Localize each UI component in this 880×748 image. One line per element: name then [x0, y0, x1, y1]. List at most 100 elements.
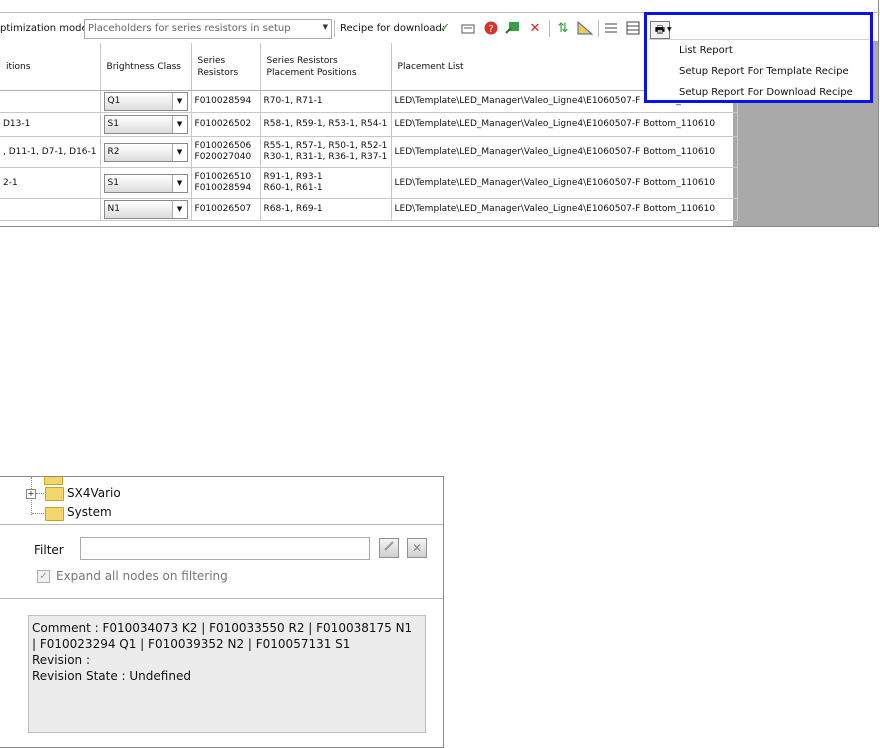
- chevron-down-icon[interactable]: ▼: [171, 201, 187, 218]
- column-header-placement-positions[interactable]: Series Resistors Placement Positions: [260, 43, 392, 91]
- ruler-icon[interactable]: [576, 18, 594, 38]
- menu-item-setup-report-download[interactable]: Setup Report For Download Recipe: [679, 87, 853, 98]
- menu-item-list-report[interactable]: List Report: [679, 45, 733, 56]
- cell-placement-list: LED\Template\LED_Manager\Valeo_Ligne4\E1…: [391, 167, 738, 199]
- tree-guide-line: [36, 493, 44, 494]
- revision-line: Revision :: [32, 653, 91, 667]
- chevron-down-icon[interactable]: ▼: [667, 26, 672, 33]
- folder-icon: [44, 477, 63, 485]
- export-icon[interactable]: [504, 18, 522, 38]
- section-divider: [0, 524, 443, 525]
- brightness-select[interactable]: Q1 ▼: [103, 92, 188, 111]
- resistor-value: F010026502: [194, 119, 252, 129]
- placement-value: R60-1, R61-1: [263, 183, 323, 193]
- placement-value: R70-1, R71-1: [263, 96, 323, 106]
- placement-table: itions Brightness Class Series Resistors…: [0, 43, 738, 221]
- cell-brightness: S1 ▼: [100, 167, 192, 199]
- cell-positions: [0, 90, 101, 113]
- table-row[interactable]: 2-1 S1 ▼ F010026510 F010028594 R91-1, R93-…: [0, 167, 738, 199]
- menu-item-setup-report-template[interactable]: Setup Report For Template Recipe: [679, 66, 849, 77]
- table-row[interactable]: , D11-1, D7-1, D16-1 R2 ▼ F010026506 F0200…: [0, 136, 738, 168]
- placement-value: R91-1, R93-1: [263, 172, 323, 182]
- brightness-select[interactable]: N1 ▼: [103, 200, 188, 219]
- cell-placement-list: LED\Template\LED_Manager\Valeo_Ligne4\E1…: [391, 136, 738, 168]
- tree-item-sx4vario[interactable]: SX4Vario: [67, 486, 121, 500]
- cell-placement: R55-1, R57-1, R50-1, R52-1 R30-1, R31-1, …: [260, 136, 392, 168]
- svg-text:?: ?: [488, 24, 493, 35]
- recipe-download-label: Recipe for download:: [340, 23, 446, 34]
- chevron-down-icon[interactable]: ▼: [171, 143, 187, 161]
- toolbar: ptimization mode: Placeholders for serie…: [0, 18, 660, 40]
- cell-placement: R68-1, R69-1: [260, 198, 392, 221]
- brightness-select[interactable]: S1 ▼: [103, 115, 188, 134]
- cell-placement-list: LED\Template\LED_Manager\Valeo_Ligne4\E1…: [391, 198, 738, 221]
- resistor-value: F010026507: [194, 204, 252, 214]
- check-icon[interactable]: ✓: [436, 18, 454, 38]
- cell-resistors: F010026502: [191, 112, 261, 137]
- cell-brightness: N1 ▼: [100, 198, 192, 221]
- column-header-positions[interactable]: itions: [0, 43, 101, 91]
- edit-icon[interactable]: [459, 18, 477, 38]
- toolbar-separator: [598, 20, 599, 37]
- cell-resistors: F010026506 F020027040: [191, 136, 261, 168]
- library-panel: + SX4Vario System Filter ✕ ✓ Expand all …: [0, 476, 444, 748]
- print-report-menu: 🖶 ▼ List Report Setup Report For Templat…: [644, 12, 873, 103]
- optimization-mode-label: ptimization mode:: [0, 23, 92, 34]
- brightness-value: N1: [107, 204, 120, 214]
- comment-line: Comment : F010034073 K2 | F010033550 R2 …: [32, 621, 413, 635]
- expand-nodes-label: Expand all nodes on filtering: [56, 569, 228, 583]
- brightness-value: S1: [107, 119, 119, 129]
- clear-filter-button[interactable]: ✕: [407, 538, 427, 558]
- cell-positions: D13-1: [0, 112, 101, 137]
- recipe-grid-panel: ptimization mode: Placeholders for serie…: [0, 0, 880, 227]
- expand-icon[interactable]: +: [26, 489, 36, 499]
- column-header-series-resistors[interactable]: Series Resistors: [191, 43, 261, 91]
- placement-value: R30-1, R31-1, R36-1, R37-1: [263, 152, 388, 162]
- cell-brightness: Q1 ▼: [100, 90, 192, 113]
- chevron-down-icon[interactable]: ▼: [171, 116, 187, 133]
- cell-placement: R91-1, R93-1 R60-1, R61-1: [260, 167, 392, 199]
- section-divider: [0, 598, 443, 599]
- cell-placement: R70-1, R71-1: [260, 90, 392, 113]
- chevron-down-icon[interactable]: ▼: [171, 174, 187, 192]
- brightness-value: Q1: [107, 96, 121, 106]
- brightness-select[interactable]: S1 ▼: [103, 173, 188, 193]
- optimization-mode-select[interactable]: Placeholders for series resistors in set…: [84, 19, 332, 39]
- chevron-down-icon[interactable]: ▼: [171, 93, 187, 110]
- filter-input[interactable]: [80, 537, 370, 560]
- columns-icon[interactable]: [624, 18, 642, 38]
- cell-placement-list: LED\Template\LED_Manager\Valeo_Ligne4\E1…: [391, 112, 738, 137]
- resistor-value: F010026510: [194, 172, 252, 182]
- table-row[interactable]: D13-1 S1 ▼ F010026502 R58-1, R59-1, R53-1…: [0, 112, 738, 137]
- menu-divider: [649, 39, 869, 40]
- toolbar-separator: [549, 20, 550, 37]
- brightness-select[interactable]: R2 ▼: [103, 142, 188, 162]
- placement-value: R68-1, R69-1: [263, 204, 323, 214]
- placement-value: R58-1, R59-1, R53-1, R54-1: [263, 119, 388, 129]
- help-icon[interactable]: ?: [482, 18, 500, 38]
- column-header-brightness[interactable]: Brightness Class: [100, 43, 192, 91]
- resistor-value: F010026506: [194, 141, 252, 151]
- resistor-value: F010028594: [194, 96, 252, 106]
- table-header-row: itions Brightness Class Series Resistors…: [0, 43, 738, 91]
- list-icon[interactable]: [602, 18, 620, 38]
- tree-guide-line: [32, 513, 44, 514]
- apply-filter-button[interactable]: [379, 538, 399, 558]
- cell-placement: R58-1, R59-1, R53-1, R54-1: [260, 112, 392, 137]
- table-row[interactable]: Q1 ▼ F010028594 R70-1, R71-1 LED\Template…: [0, 90, 738, 113]
- resistor-value: F010028594: [194, 183, 252, 193]
- comment-line: | F010023294 Q1 | F010039352 N2 | F01005…: [32, 637, 351, 651]
- cell-positions: 2-1: [0, 167, 101, 199]
- refresh-icon[interactable]: ⇅: [554, 18, 572, 38]
- resistor-value: F020027040: [194, 152, 252, 162]
- tree-item-system[interactable]: System: [67, 505, 112, 519]
- cell-resistors: F010026507: [191, 198, 261, 221]
- comment-box: Comment : F010034073 K2 | F010033550 R2 …: [28, 615, 426, 733]
- chevron-down-icon: ▼: [322, 23, 328, 31]
- optimization-mode-value: Placeholders for series resistors in set…: [88, 23, 291, 34]
- delete-icon[interactable]: ✕: [526, 18, 544, 38]
- folder-icon: [45, 487, 64, 501]
- table-row[interactable]: N1 ▼ F010026507 R68-1, R69-1 LED\Template…: [0, 198, 738, 221]
- expand-nodes-checkbox[interactable]: ✓: [37, 570, 50, 583]
- placement-value: R55-1, R57-1, R50-1, R52-1: [263, 141, 388, 151]
